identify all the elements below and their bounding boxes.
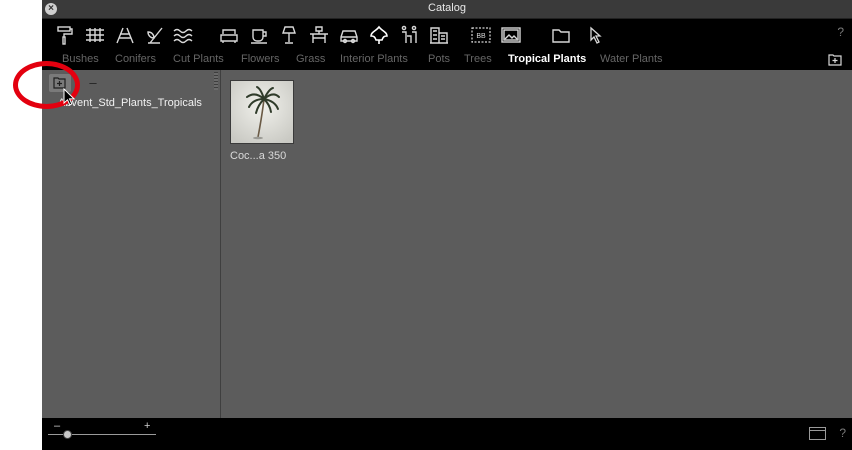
catalog-content: Coc...a 350 — [221, 70, 852, 418]
buildings-icon[interactable] — [428, 24, 450, 46]
zoom-slider-knob[interactable] — [63, 430, 72, 439]
tab-grass[interactable]: Grass — [296, 53, 325, 65]
item-label: Coc...a 350 — [230, 150, 287, 162]
remove-folder-button[interactable]: – — [82, 74, 104, 92]
plant-sprout-icon[interactable] — [144, 24, 166, 46]
mouse-cursor-icon — [63, 87, 77, 106]
zoom-in-button[interactable]: + — [144, 420, 150, 432]
bottom-help-button[interactable]: ? — [839, 426, 846, 440]
table-chairs-icon[interactable] — [308, 24, 330, 46]
water-waves-icon[interactable] — [172, 24, 194, 46]
bottom-bar: – + ? — [42, 418, 852, 450]
tab-interior-plants[interactable]: Interior Plants — [340, 53, 408, 65]
pointer-icon[interactable] — [586, 24, 608, 46]
tab-cut-plants[interactable]: Cut Plants — [173, 53, 224, 65]
folder-item[interactable]: Abvent_Std_Plants_Tropicals — [58, 97, 202, 109]
bb-icon[interactable]: BB — [470, 24, 492, 46]
picture-icon[interactable] — [500, 24, 522, 46]
view-mode-icon[interactable] — [809, 427, 826, 440]
tab-pots[interactable]: Pots — [428, 53, 450, 65]
catalog-window: × Catalog BB ? Bushes Conifers Cut Plant… — [42, 0, 852, 450]
tab-tropical-plants[interactable]: Tropical Plants — [508, 53, 586, 65]
car-icon[interactable] — [338, 24, 360, 46]
people-icon[interactable] — [398, 24, 420, 46]
folder-icon[interactable] — [550, 24, 572, 46]
category-toolbar: BB ? — [42, 19, 852, 50]
lamp-icon[interactable] — [278, 24, 300, 46]
zoom-out-button[interactable]: – — [54, 420, 60, 432]
sofa-icon[interactable] — [218, 24, 240, 46]
tab-conifers[interactable]: Conifers — [115, 53, 156, 65]
sidebar-resize-grip[interactable] — [214, 72, 218, 90]
stairs-icon[interactable] — [114, 24, 136, 46]
paint-roller-icon[interactable] — [54, 24, 76, 46]
cup-icon[interactable] — [248, 24, 270, 46]
tab-water-plants[interactable]: Water Plants — [600, 53, 663, 65]
toolbar-help-button[interactable]: ? — [837, 25, 844, 39]
folder-sidebar: – Abvent_Std_Plants_Tropicals — [42, 70, 221, 418]
subcategory-bar: Bushes Conifers Cut Plants Flowers Grass… — [42, 50, 852, 70]
title-bar: × Catalog — [42, 0, 852, 19]
item-thumbnail[interactable] — [230, 80, 294, 144]
add-category-icon[interactable] — [828, 52, 842, 66]
railing-icon[interactable] — [84, 24, 106, 46]
tab-bushes[interactable]: Bushes — [62, 53, 99, 65]
leaf-icon[interactable] — [368, 24, 390, 46]
tab-trees[interactable]: Trees — [464, 53, 492, 65]
window-title: Catalog — [428, 2, 466, 14]
svg-text:BB: BB — [476, 33, 486, 40]
tab-flowers[interactable]: Flowers — [241, 53, 280, 65]
